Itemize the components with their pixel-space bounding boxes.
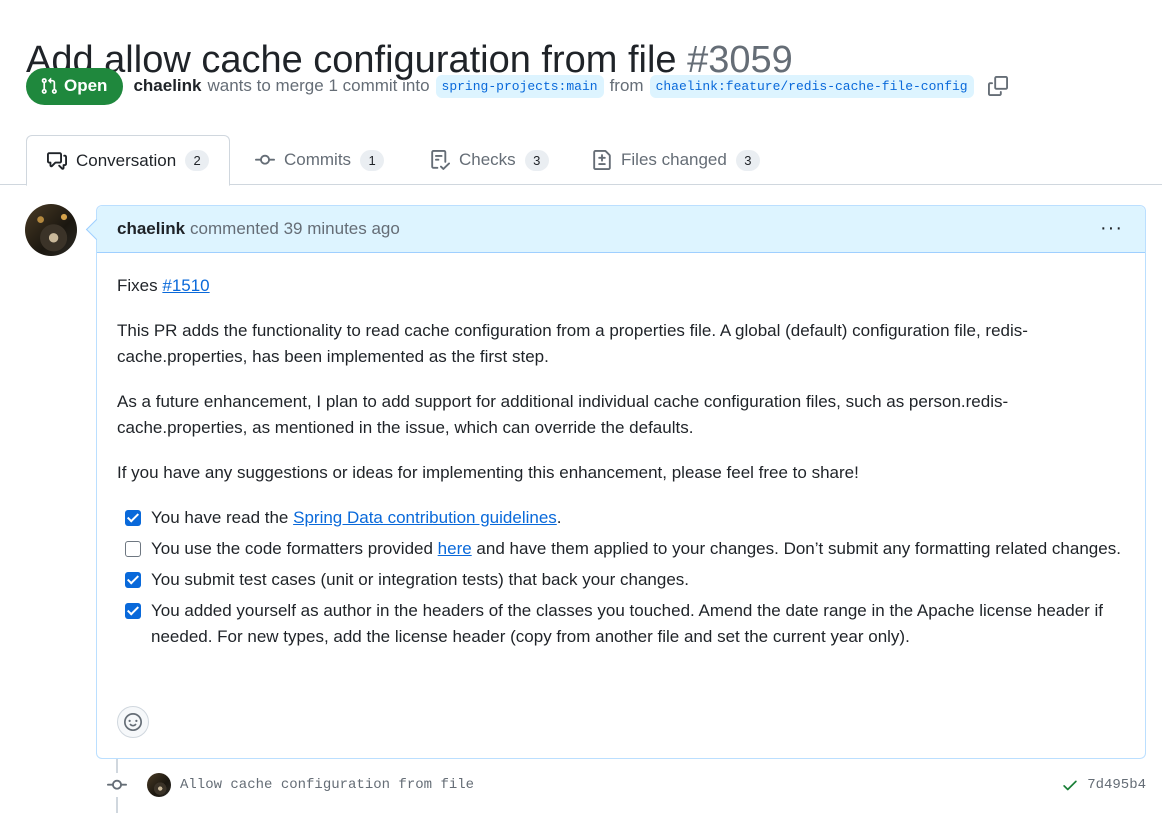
pr-author-link[interactable]: chaelink: [133, 76, 201, 96]
fixes-line: Fixes #1510: [117, 273, 1125, 299]
smiley-icon: [124, 713, 142, 731]
tab-checks-label: Checks: [459, 150, 516, 169]
head-branch[interactable]: chaelink:feature/redis-cache-file-config: [649, 74, 974, 98]
issue-link[interactable]: #1510: [162, 276, 209, 295]
base-branch[interactable]: spring-projects:main: [435, 74, 604, 98]
merge-text: wants to merge 1 commit into: [207, 76, 430, 95]
task-text: You submit test cases (unit or integrati…: [151, 570, 689, 589]
comment-body: Fixes #1510 This PR adds the functionali…: [97, 253, 1145, 650]
tab-checks[interactable]: Checks 3: [430, 135, 549, 185]
tab-files-changed-label: Files changed: [621, 150, 727, 169]
git-commit-icon: [255, 154, 275, 165]
tab-conversation[interactable]: Conversation 2: [26, 135, 231, 186]
commit-row: Allow cache configuration from file 7d49…: [105, 770, 1146, 800]
tab-commits[interactable]: Commits 1: [255, 135, 385, 185]
commit-author-avatar[interactable]: [147, 773, 171, 797]
task-text-pre: You use the code formatters provided: [151, 539, 438, 558]
comment-discussion-icon: [47, 151, 67, 170]
paragraph-1: This PR adds the functionality to read c…: [117, 321, 1028, 366]
commit-meta: 7d495b4: [1061, 776, 1146, 794]
task-list-item: You submit test cases (unit or integrati…: [125, 567, 1125, 593]
paragraph-3: If you have any suggestions or ideas for…: [117, 463, 859, 482]
state-badge: Open: [26, 67, 124, 105]
task-text-pre: You have read the: [151, 508, 294, 527]
comment-box: chaelink commented 39 minutes ago ··· Fi…: [96, 205, 1146, 759]
task-checkbox-checked[interactable]: [125, 572, 141, 588]
comment-meta[interactable]: commented 39 minutes ago: [190, 219, 400, 239]
commit-sha-link[interactable]: 7d495b4: [1087, 777, 1146, 793]
tab-commits-count: 1: [360, 149, 385, 171]
kebab-menu-icon[interactable]: ···: [1100, 218, 1123, 238]
file-diff-icon: [593, 150, 611, 170]
add-reaction-button[interactable]: [117, 706, 149, 738]
commit-message-link[interactable]: Allow cache configuration from file: [180, 777, 474, 793]
tab-conversation-count: 2: [185, 150, 210, 171]
task-list-item: You use the code formatters provided her…: [125, 536, 1125, 562]
task-text-post: and have them applied to your changes. D…: [471, 539, 1121, 558]
tab-files-changed[interactable]: Files changed 3: [592, 135, 760, 185]
tab-conversation-label: Conversation: [76, 150, 177, 170]
fixes-text: Fixes: [117, 276, 158, 295]
paragraph-2: As a future enhancement, I plan to add s…: [117, 392, 1009, 437]
check-icon[interactable]: [1061, 776, 1079, 794]
task-text-post: .: [556, 508, 562, 527]
state-label: Open: [64, 76, 108, 95]
task-text: You use the code formatters provided her…: [151, 536, 1121, 562]
tab-commits-label: Commits: [284, 150, 352, 169]
comment-header: chaelink commented 39 minutes ago ···: [97, 206, 1145, 253]
code-formatters-link[interactable]: here: [438, 539, 472, 558]
task-text: You added yourself as author in the head…: [151, 601, 1104, 646]
pr-state-row: Open chaelink wants to merge 1 commit in…: [26, 67, 1008, 105]
tab-checks-count: 3: [524, 149, 549, 171]
task-text: You have read the Spring Data contributi…: [151, 505, 562, 531]
task-checkbox-unchecked[interactable]: [125, 541, 141, 557]
task-checkbox-checked[interactable]: [125, 510, 141, 526]
task-checkbox-checked[interactable]: [125, 603, 141, 619]
git-commit-icon: [105, 773, 129, 797]
git-pull-request-icon: [41, 77, 57, 94]
task-list-item: You added yourself as author in the head…: [125, 598, 1125, 650]
copy-icon[interactable]: [987, 76, 1008, 96]
comment-author-link[interactable]: chaelink: [117, 219, 185, 239]
tab-files-changed-count: 3: [735, 149, 760, 171]
contribution-guidelines-link[interactable]: Spring Data contribution guidelines: [293, 508, 557, 527]
task-list-item: You have read the Spring Data contributi…: [125, 505, 1125, 531]
pr-tabs: Conversation 2 Commits 1 Checks 3 Files …: [0, 135, 1162, 186]
checklist-icon: [431, 150, 450, 170]
task-list: You have read the Spring Data contributi…: [117, 505, 1125, 650]
from-text: from: [609, 76, 644, 95]
avatar[interactable]: [25, 204, 77, 256]
